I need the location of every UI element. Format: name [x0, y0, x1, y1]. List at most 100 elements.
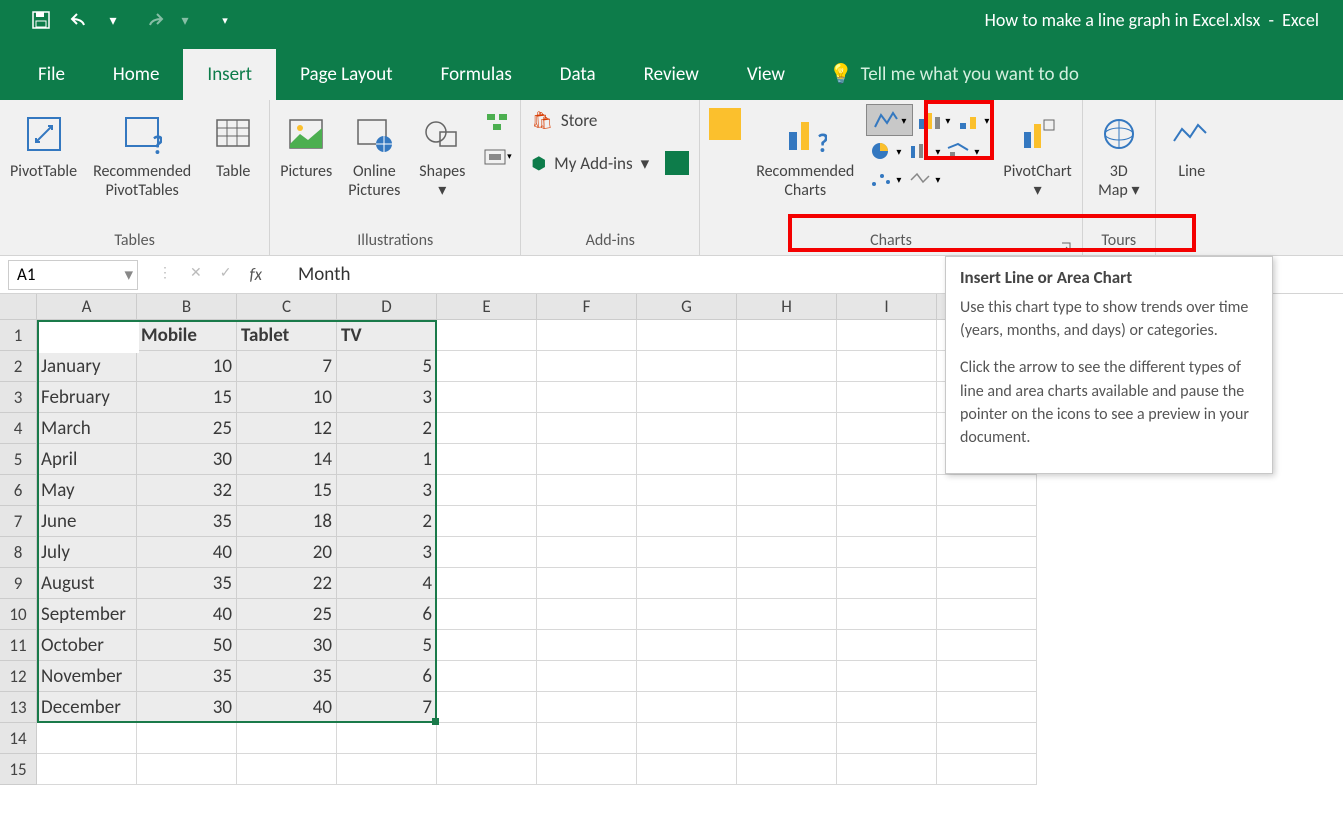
cell[interactable]: 32	[137, 475, 237, 506]
row-header-12[interactable]: 12	[0, 661, 37, 692]
cell[interactable]: 30	[137, 692, 237, 723]
cell[interactable]	[837, 506, 937, 537]
cell[interactable]: 6	[337, 661, 437, 692]
cell[interactable]: Month	[37, 320, 137, 351]
cell[interactable]	[137, 754, 237, 785]
save-icon[interactable]	[28, 7, 54, 33]
row-header-6[interactable]: 6	[0, 475, 37, 506]
cell[interactable]	[837, 475, 937, 506]
cell[interactable]	[537, 599, 637, 630]
cell[interactable]: October	[37, 630, 137, 661]
cell[interactable]: 50	[137, 630, 237, 661]
cell[interactable]	[437, 444, 537, 475]
tab-insert[interactable]: Insert	[183, 49, 276, 100]
cell[interactable]	[937, 630, 1037, 661]
cell[interactable]	[737, 630, 837, 661]
cell[interactable]: 35	[137, 568, 237, 599]
cell[interactable]: 2	[337, 506, 437, 537]
cell[interactable]: 3	[337, 382, 437, 413]
cell[interactable]	[537, 723, 637, 754]
cell[interactable]: 25	[137, 413, 237, 444]
cell[interactable]	[637, 320, 737, 351]
shapes-button[interactable]: Shapes▾	[412, 104, 472, 204]
row-header-13[interactable]: 13	[0, 692, 37, 723]
redo-icon[interactable]	[140, 7, 166, 33]
cell[interactable]	[537, 444, 637, 475]
cell[interactable]: March	[37, 413, 137, 444]
cell[interactable]	[537, 692, 637, 723]
row-header-9[interactable]: 9	[0, 568, 37, 599]
cell[interactable]: 5	[337, 630, 437, 661]
cell[interactable]: Tablet	[237, 320, 337, 351]
name-box[interactable]: A1 ▾	[8, 260, 138, 290]
cell[interactable]	[937, 475, 1037, 506]
row-header-2[interactable]: 2	[0, 351, 37, 382]
cell[interactable]	[737, 692, 837, 723]
cell[interactable]	[537, 320, 637, 351]
online-pictures-button[interactable]: Online Pictures	[344, 104, 404, 204]
cancel-icon[interactable]: ✕	[190, 264, 202, 285]
cell[interactable]	[637, 723, 737, 754]
table-button[interactable]: Table	[203, 104, 263, 185]
column-header-F[interactable]: F	[537, 294, 637, 320]
cell[interactable]	[737, 661, 837, 692]
cell[interactable]	[837, 754, 937, 785]
column-header-D[interactable]: D	[337, 294, 437, 320]
cell[interactable]	[537, 351, 637, 382]
3d-map-button[interactable]: 3D Map ▾	[1089, 104, 1149, 204]
cell[interactable]	[937, 506, 1037, 537]
fx-icon[interactable]: fx	[249, 264, 262, 285]
cell[interactable]	[637, 537, 737, 568]
row-header-1[interactable]: 1	[0, 320, 37, 351]
line-chart-button[interactable]: ▾	[866, 104, 913, 136]
cell[interactable]	[837, 692, 937, 723]
cell[interactable]: 35	[137, 661, 237, 692]
cell[interactable]	[937, 723, 1037, 754]
cell[interactable]: 15	[237, 475, 337, 506]
cell[interactable]	[637, 351, 737, 382]
cell[interactable]	[437, 692, 537, 723]
cell[interactable]	[837, 599, 937, 630]
cell[interactable]	[737, 599, 837, 630]
cell[interactable]	[537, 537, 637, 568]
cell[interactable]: 2	[337, 413, 437, 444]
cell[interactable]	[937, 754, 1037, 785]
tab-review[interactable]: Review	[620, 49, 723, 100]
cell[interactable]	[837, 320, 937, 351]
cell[interactable]	[37, 723, 137, 754]
cell[interactable]	[437, 320, 537, 351]
cell[interactable]	[837, 382, 937, 413]
cell[interactable]: 30	[237, 630, 337, 661]
cell[interactable]: 7	[337, 692, 437, 723]
cell[interactable]	[737, 568, 837, 599]
row-header-14[interactable]: 14	[0, 723, 37, 754]
tell-me-search[interactable]: 💡 Tell me what you want to do	[809, 48, 1099, 100]
cell[interactable]: 4	[337, 568, 437, 599]
tab-data[interactable]: Data	[536, 49, 620, 100]
cell[interactable]	[37, 754, 137, 785]
hierarchy-chart-button[interactable]: ▾	[954, 104, 991, 136]
cell[interactable]	[937, 599, 1037, 630]
undo-icon[interactable]	[68, 7, 94, 33]
cell[interactable]: February	[37, 382, 137, 413]
cell[interactable]	[537, 630, 637, 661]
cell[interactable]	[737, 320, 837, 351]
cell[interactable]	[737, 475, 837, 506]
cell[interactable]: 1	[337, 444, 437, 475]
cell[interactable]	[637, 444, 737, 475]
cell[interactable]	[637, 382, 737, 413]
column-header-E[interactable]: E	[437, 294, 537, 320]
cell[interactable]	[437, 506, 537, 537]
cell[interactable]	[437, 537, 537, 568]
row-header-10[interactable]: 10	[0, 599, 37, 630]
cell[interactable]	[737, 754, 837, 785]
cell[interactable]	[937, 661, 1037, 692]
cell[interactable]	[437, 723, 537, 754]
row-header-7[interactable]: 7	[0, 506, 37, 537]
cell[interactable]: August	[37, 568, 137, 599]
cell[interactable]	[737, 413, 837, 444]
cell[interactable]	[437, 413, 537, 444]
select-all-corner[interactable]	[0, 294, 37, 320]
cell[interactable]: 35	[137, 506, 237, 537]
column-header-H[interactable]: H	[737, 294, 837, 320]
